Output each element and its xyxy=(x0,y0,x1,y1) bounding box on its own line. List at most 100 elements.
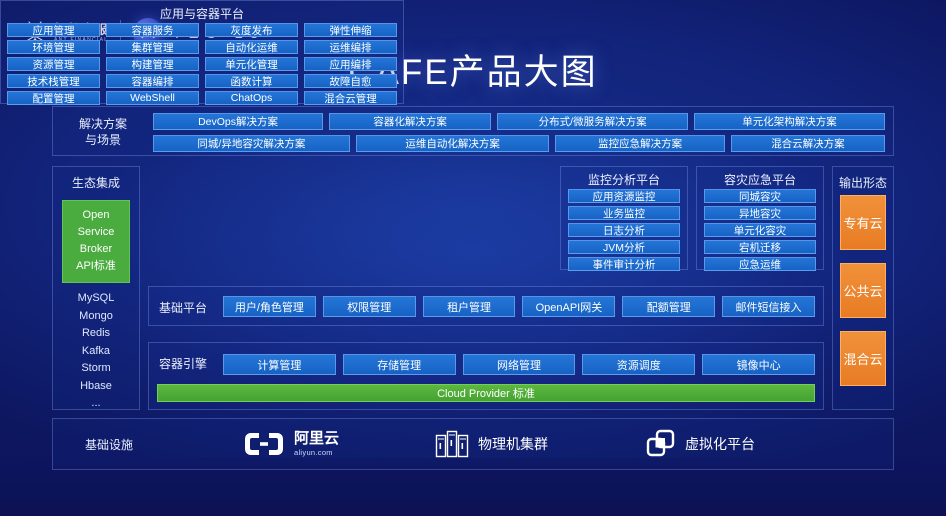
app-tile[interactable]: 技术栈管理 xyxy=(7,74,100,88)
engine-tile[interactable]: 资源调度 xyxy=(582,354,696,375)
app-tile[interactable]: 集群管理 xyxy=(106,40,199,54)
list-item: Hbase xyxy=(80,379,112,392)
app-tile[interactable]: 应用管理 xyxy=(7,23,100,37)
base-platform-tiles: 用户/角色管理 权限管理 租户管理 OpenAPI网关 配额管理 邮件短信接入 xyxy=(223,296,815,317)
app-tile[interactable]: 配置管理 xyxy=(7,91,100,105)
solution-tile[interactable]: 混合云解决方案 xyxy=(730,135,886,152)
monitoring-tile[interactable]: JVM分析 xyxy=(568,240,680,254)
base-tile[interactable]: OpenAPI网关 xyxy=(522,296,616,317)
aliyun-name-cn: 阿里云 xyxy=(294,430,340,448)
base-tile[interactable]: 权限管理 xyxy=(322,296,416,317)
output-tile[interactable]: 混合云 xyxy=(840,331,886,386)
list-item: Mongo xyxy=(79,309,113,322)
app-tile[interactable]: 函数计算 xyxy=(205,74,298,88)
monitoring-list: 应用资源监控 业务监控 日志分析 JVM分析 事件审计分析 xyxy=(568,189,680,271)
base-tile[interactable]: 邮件短信接入 xyxy=(722,296,815,317)
list-item: Redis xyxy=(81,327,111,340)
app-tile[interactable]: 环境管理 xyxy=(7,40,100,54)
list-item: ... xyxy=(91,397,101,410)
dr-tile[interactable]: 同城容灾 xyxy=(704,189,816,203)
virtualization-icon xyxy=(646,429,675,457)
output-forms-list: 专有云 公共云 混合云 xyxy=(840,195,886,386)
app-tile[interactable]: 自动化运维 xyxy=(205,40,298,54)
base-platform-label: 基础平台 xyxy=(159,301,208,315)
app-tile[interactable]: WebShell xyxy=(106,91,199,105)
app-tile[interactable]: 灰度发布 xyxy=(205,23,298,37)
solution-tile[interactable]: 分布式/微服务解决方案 xyxy=(497,113,689,130)
list-item: MySQL xyxy=(77,292,115,305)
solution-tile[interactable]: 运维自动化解决方案 xyxy=(355,135,550,152)
aliyun-name-en: aliyun.com xyxy=(294,448,333,458)
monitoring-title: 监控分析平台 xyxy=(587,173,660,187)
infrastructure-label: 基础设施 xyxy=(85,438,134,452)
output-forms-title: 输出形态 xyxy=(838,176,887,190)
monitoring-tile[interactable]: 业务监控 xyxy=(568,206,680,220)
solution-tile[interactable]: 容器化解决方案 xyxy=(329,113,492,130)
output-tile[interactable]: 公共云 xyxy=(840,263,886,318)
app-tile[interactable]: 资源管理 xyxy=(7,57,100,71)
ecosystem-title: 生态集成 xyxy=(71,176,120,190)
solution-tile[interactable]: DevOps解决方案 xyxy=(153,113,324,130)
solutions-grid: DevOps解决方案 容器化解决方案 分布式/微服务解决方案 单元化架构解决方案… xyxy=(153,113,886,152)
cloud-provider-standard-bar: Cloud Provider 标准 xyxy=(157,384,815,402)
app-tile[interactable]: ChatOps xyxy=(205,91,298,105)
engine-tile[interactable]: 存储管理 xyxy=(342,354,456,375)
base-tile[interactable]: 租户管理 xyxy=(422,296,516,317)
ecosystem-panel: 生态集成 Open Service Broker API标准 MySQL Mon… xyxy=(52,166,140,410)
dr-tile[interactable]: 单元化容灾 xyxy=(704,223,816,237)
solution-tile[interactable]: 监控应急解决方案 xyxy=(555,135,725,152)
engine-tile[interactable]: 计算管理 xyxy=(223,354,336,375)
infra-item-aliyun: 阿里云 aliyun.com xyxy=(243,430,339,458)
monitoring-tile[interactable]: 事件审计分析 xyxy=(568,257,680,271)
app-tile[interactable]: 混合云管理 xyxy=(304,91,397,105)
disaster-recovery-panel: 容灾应急平台 同城容灾 异地容灾 单元化容灾 宕机迁移 应急运维 xyxy=(696,166,824,271)
server-rack-icon xyxy=(435,430,469,458)
disaster-recovery-title: 容灾应急平台 xyxy=(723,173,796,187)
dr-tile[interactable]: 宕机迁移 xyxy=(704,240,816,254)
dr-tile[interactable]: 异地容灾 xyxy=(704,206,816,220)
app-platform-grid: 应用管理 容器服务 灰度发布 弹性伸缩 环境管理 集群管理 自动化运维 运维编排… xyxy=(7,23,397,105)
app-tile[interactable]: 构建管理 xyxy=(106,57,199,71)
osb-line: Broker xyxy=(79,243,113,256)
base-tile[interactable]: 用户/角色管理 xyxy=(223,296,316,317)
monitoring-platform-panel: 监控分析平台 应用资源监控 业务监控 日志分析 JVM分析 事件审计分析 xyxy=(560,166,688,271)
base-platform-panel: 基础平台 用户/角色管理 权限管理 租户管理 OpenAPI网关 配额管理 邮件… xyxy=(148,286,824,326)
infra-item-physical-cluster: 物理机集群 xyxy=(435,429,548,459)
solutions-panel: 解决方案 与场景 DevOps解决方案 容器化解决方案 分布式/微服务解决方案 … xyxy=(52,106,894,156)
engine-tile[interactable]: 网络管理 xyxy=(462,354,576,375)
app-platform-title: 应用与容器平台 xyxy=(159,7,244,21)
monitoring-tile[interactable]: 日志分析 xyxy=(568,223,680,237)
solutions-label: 解决方案 与场景 xyxy=(78,117,127,148)
dr-tile[interactable]: 应急运维 xyxy=(704,257,816,271)
infrastructure-panel: 基础设施 阿里云 aliyun.com 物理机集群 虚拟化平台 xyxy=(52,418,894,470)
solutions-row-1: DevOps解决方案 容器化解决方案 分布式/微服务解决方案 单元化架构解决方案 xyxy=(153,113,885,130)
open-service-broker-badge: Open Service Broker API标准 xyxy=(62,200,130,284)
disaster-recovery-list: 同城容灾 异地容灾 单元化容灾 宕机迁移 应急运维 xyxy=(704,189,816,271)
osb-line: Open xyxy=(82,209,110,222)
virtualization-label: 虚拟化平台 xyxy=(685,436,756,452)
list-item: Kafka xyxy=(81,344,111,357)
engine-tile[interactable]: 镜像中心 xyxy=(702,354,815,375)
app-tile[interactable]: 故障自愈 xyxy=(304,74,397,88)
app-tile[interactable]: 应用编排 xyxy=(304,57,397,71)
physical-cluster-label: 物理机集群 xyxy=(478,436,549,452)
output-forms-panel: 输出形态 专有云 公共云 混合云 xyxy=(832,166,894,410)
base-tile[interactable]: 配额管理 xyxy=(622,296,716,317)
app-tile[interactable]: 运维编排 xyxy=(304,40,397,54)
aliyun-icon xyxy=(245,433,283,455)
osb-line: API标准 xyxy=(76,260,116,273)
app-tile[interactable]: 弹性伸缩 xyxy=(304,23,397,37)
list-item: Storm xyxy=(81,362,111,375)
output-tile[interactable]: 专有云 xyxy=(840,195,886,250)
container-engine-tiles: 计算管理 存储管理 网络管理 资源调度 镜像中心 xyxy=(223,354,815,375)
osb-line: Service xyxy=(77,226,115,239)
app-tile[interactable]: 容器服务 xyxy=(106,23,199,37)
solution-tile[interactable]: 同城/异地容灾解决方案 xyxy=(153,135,350,152)
infra-item-virtualization: 虚拟化平台 xyxy=(644,429,755,459)
monitoring-tile[interactable]: 应用资源监控 xyxy=(568,189,680,203)
ecosystem-list: MySQL Mongo Redis Kafka Storm Hbase ... xyxy=(53,290,139,413)
app-container-platform-panel: 应用与容器平台 应用管理 容器服务 灰度发布 弹性伸缩 环境管理 集群管理 自动… xyxy=(0,0,404,105)
app-tile[interactable]: 容器编排 xyxy=(106,74,199,88)
app-tile[interactable]: 单元化管理 xyxy=(205,57,298,71)
solution-tile[interactable]: 单元化架构解决方案 xyxy=(694,113,885,130)
